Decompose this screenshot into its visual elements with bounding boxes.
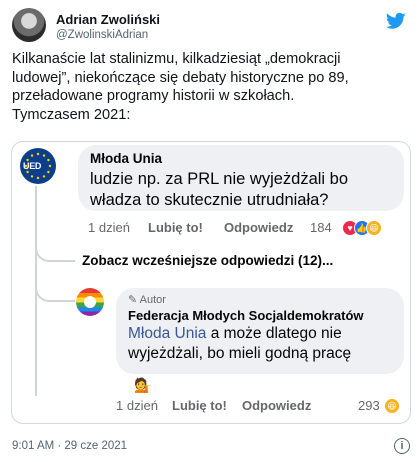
fms-avatar (76, 288, 104, 316)
tweet-timestamp[interactable]: 9:01 AM · 29 cze 2021 (12, 440, 127, 452)
mloda-unia-avatar: UED (20, 148, 56, 184)
tweet-header: Adrian Zwoliński @ZwolinskiAdrian (8, 6, 412, 42)
reaction-count[interactable]: 293 (358, 398, 380, 413)
tweet-text-line: Tymczasem 2021: (12, 106, 131, 123)
comment-bubble-1: Młoda Unia ludzie np. za PRL nie wyjeżdż… (78, 145, 404, 211)
thread-branch (35, 272, 75, 302)
author-name[interactable]: Adrian Zwoliński (56, 12, 160, 27)
embedded-screenshot[interactable]: UED Młoda Unia ludzie np. za PRL nie wyj… (11, 141, 411, 424)
reply-button[interactable]: Odpowiedz (242, 398, 311, 413)
pencil-icon: ✎ (128, 294, 138, 306)
haha-reaction-icon: 😆 (384, 398, 400, 414)
tweet-text: Kilkanaście lat stalinizmu, kilkadziesią… (12, 50, 412, 124)
like-button[interactable]: Lubię to! (148, 220, 203, 235)
reactions-summary[interactable]: 😆 (384, 398, 400, 414)
tweet-text-line: Kilkanaście lat stalinizmu, kilkadziesią… (12, 51, 341, 67)
comment-actions-1: 1 dzień Lubię to! Odpowiedz 184 ♥ 👍 😆 (88, 220, 404, 238)
ued-logo-text: UED (23, 161, 42, 171)
comment-text: ludzie np. za PRL nie wyjeżdżali bo wład… (90, 169, 392, 211)
reaction-count[interactable]: 184 (310, 220, 332, 235)
info-icon[interactable]: i (394, 438, 410, 454)
author-avatar[interactable] (12, 8, 46, 42)
reactions-summary[interactable]: ♥ 👍 😆 (342, 220, 382, 236)
commenter-name[interactable]: Federacja Młodych Socjaldemokratów (128, 308, 392, 323)
view-previous-replies-link[interactable]: Zobacz wcześniejsze odpowiedzi (12)... (82, 253, 333, 268)
rose-logo-icon (84, 296, 96, 308)
author-badge-label: Autor (139, 294, 166, 306)
twitter-bird-icon[interactable] (386, 12, 406, 30)
comment-text-line: władza to skutecznie utrudniała? (90, 191, 329, 209)
comment-text: Młoda Unia a może dlatego nie wyjeżdżali… (128, 324, 392, 364)
haha-reaction-icon: 😆 (366, 220, 382, 236)
comment-text-segment: a może dlatego nie (206, 325, 342, 342)
comment-bubble-2: ✎ Autor Federacja Młodych Socjaldemokrat… (116, 288, 404, 374)
thread-branch (35, 242, 75, 262)
comment-text-line: Młoda Unia a może dlatego nie (128, 324, 392, 344)
comment-text-line: ludzie np. za PRL nie wyjeżdżali bo (90, 170, 349, 188)
emoji-reply: 💁 (134, 377, 152, 393)
commenter-name[interactable]: Młoda Unia (90, 151, 392, 166)
comment-actions-2: 1 dzień Lubię to! Odpowiedz 293 😆 (116, 398, 406, 416)
tweet-text-line: przeładowane programy historii w szkołac… (12, 88, 295, 104)
author-handle[interactable]: @ZwolinskiAdrian (56, 29, 148, 41)
reply-button[interactable]: Odpowiedz (224, 220, 293, 235)
author-badge: ✎ Autor (128, 293, 392, 306)
mention-link[interactable]: Młoda Unia (128, 325, 206, 342)
comment-text-line: wyjeżdżali, bo mieli godną pracę (128, 345, 352, 362)
comment-time[interactable]: 1 dzień (88, 220, 130, 235)
like-button[interactable]: Lubię to! (172, 398, 227, 413)
tweet-text-line: ludowej”, niekończące się debaty history… (12, 69, 349, 86)
comment-time[interactable]: 1 dzień (116, 398, 158, 413)
